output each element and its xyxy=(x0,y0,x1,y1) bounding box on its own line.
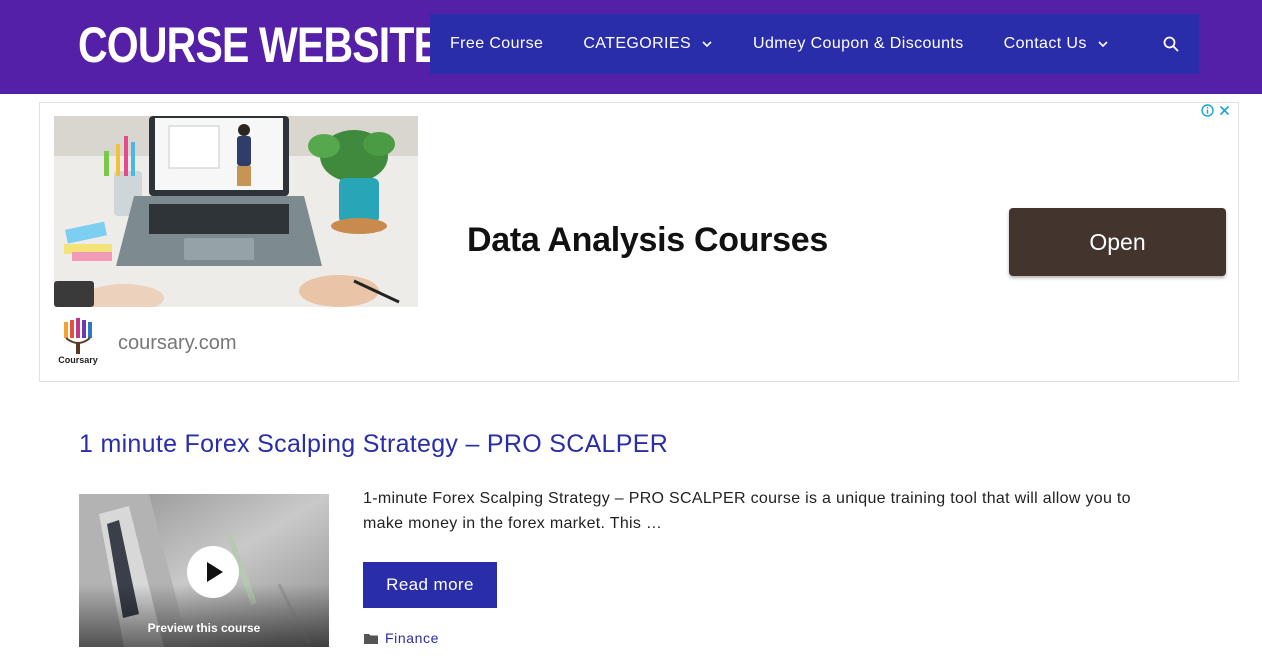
main-navigation: Free Course CATEGORIES Udmey Coupon & Di… xyxy=(430,14,1199,74)
ad-image[interactable] xyxy=(54,116,418,307)
close-icon[interactable] xyxy=(1218,104,1231,117)
ad-logo-text: Coursary xyxy=(58,355,98,365)
nav-item-label: Free Course xyxy=(450,35,544,52)
site-header: COURSE WEBSITE Free Course CATEGORIES Ud… xyxy=(0,0,1262,94)
ad-open-button[interactable]: Open xyxy=(1009,208,1226,276)
search-icon xyxy=(1163,36,1179,52)
laptop-desk-illustration xyxy=(54,116,418,307)
nav-item-label: Contact Us xyxy=(1003,35,1087,52)
nav-item-categories[interactable]: CATEGORIES xyxy=(563,14,733,74)
chevron-down-icon xyxy=(702,41,712,48)
post-thumbnail[interactable]: Preview this course xyxy=(79,494,329,647)
folder-icon xyxy=(364,633,378,644)
nav-item-label: CATEGORIES xyxy=(583,35,692,52)
category-link[interactable]: Finance xyxy=(385,630,439,646)
post-title-link[interactable]: 1 minute Forex Scalping Strategy – PRO S… xyxy=(79,430,668,459)
search-button[interactable] xyxy=(1143,14,1199,74)
advertisement[interactable]: Data Analysis Courses Open Coursary cour… xyxy=(39,102,1239,382)
post-categories: Finance xyxy=(363,630,439,646)
site-title[interactable]: COURSE WEBSITE xyxy=(78,14,441,76)
post-excerpt: 1-minute Forex Scalping Strategy – PRO S… xyxy=(363,490,1131,532)
nav-item-label: Udmey Coupon & Discounts xyxy=(753,35,964,52)
chevron-down-icon xyxy=(1098,41,1108,48)
info-icon[interactable] xyxy=(1201,104,1214,117)
ad-headline[interactable]: Data Analysis Courses xyxy=(467,221,828,260)
play-icon[interactable] xyxy=(186,545,240,599)
nav-item-free-course[interactable]: Free Course xyxy=(430,14,563,74)
nav-item-udemy-coupon[interactable]: Udmey Coupon & Discounts xyxy=(733,14,984,74)
ad-domain[interactable]: coursary.com xyxy=(118,332,237,355)
thumbnail-caption: Preview this course xyxy=(147,621,261,635)
ad-choices xyxy=(1201,104,1231,117)
nav-item-contact-us[interactable]: Contact Us xyxy=(984,14,1129,74)
read-more-button[interactable]: Read more xyxy=(363,562,497,608)
